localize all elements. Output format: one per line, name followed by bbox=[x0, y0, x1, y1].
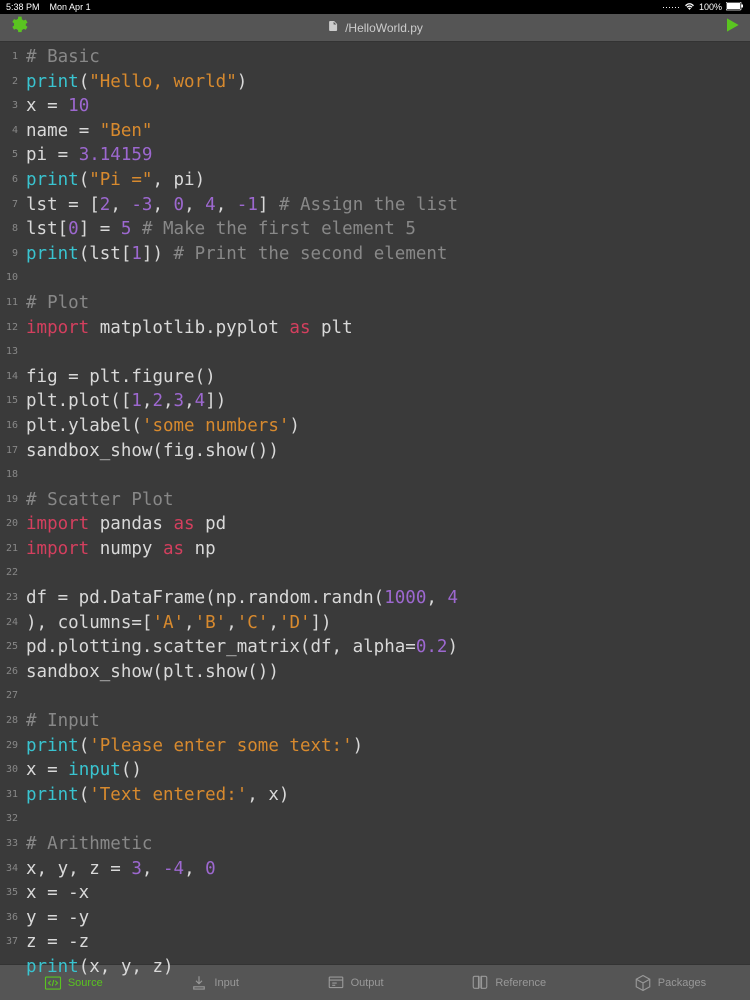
code-content[interactable]: # Basicprint("Hello, world")x = 10name =… bbox=[22, 42, 750, 964]
tab-input-label: Input bbox=[214, 977, 238, 989]
filename-label: /HelloWorld.py bbox=[345, 21, 423, 35]
tab-output-label: Output bbox=[351, 977, 384, 989]
tab-packages[interactable]: Packages bbox=[634, 974, 706, 992]
status-date: Mon Apr 1 bbox=[50, 2, 91, 12]
status-left: 5:38 PM Mon Apr 1 bbox=[6, 2, 91, 12]
file-title: /HelloWorld.py bbox=[327, 20, 423, 35]
tab-source-label: Source bbox=[68, 977, 103, 989]
wifi-icon bbox=[684, 2, 695, 13]
file-icon bbox=[327, 20, 339, 35]
battery-icon bbox=[726, 2, 744, 13]
battery-pct: 100% bbox=[699, 2, 722, 12]
status-bar: 5:38 PM Mon Apr 1 ⋯⋯ 100% bbox=[0, 0, 750, 14]
tab-reference[interactable]: Reference bbox=[471, 974, 546, 992]
tab-reference-label: Reference bbox=[495, 977, 546, 989]
status-right: ⋯⋯ 100% bbox=[662, 2, 744, 13]
top-bar: /HelloWorld.py bbox=[0, 14, 750, 42]
tab-source[interactable]: Source bbox=[44, 974, 103, 992]
status-time: 5:38 PM bbox=[6, 2, 40, 12]
tab-input[interactable]: Input bbox=[190, 974, 238, 992]
run-play-icon[interactable] bbox=[722, 15, 742, 40]
line-gutter: 1234567891011121314151617181920212223242… bbox=[0, 42, 22, 964]
settings-gear-icon[interactable] bbox=[8, 15, 28, 40]
code-editor[interactable]: 1234567891011121314151617181920212223242… bbox=[0, 42, 750, 964]
signal-dots: ⋯⋯ bbox=[662, 2, 680, 13]
tab-packages-label: Packages bbox=[658, 977, 706, 989]
tab-output[interactable]: Output bbox=[327, 974, 384, 992]
